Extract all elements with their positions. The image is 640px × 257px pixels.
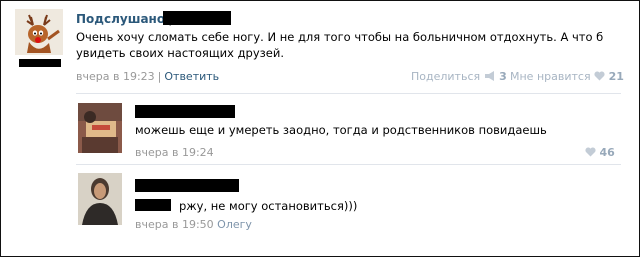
post-time[interactable]: вчера в 19:23 — [76, 70, 155, 83]
comment-text: можешь еще и умереть заодно, тогда и род… — [135, 123, 547, 137]
share-label: Поделиться — [411, 70, 481, 83]
reply-link[interactable]: Ответить — [164, 70, 219, 83]
like-button[interactable]: Мне нравится 21 — [510, 70, 624, 83]
post-author[interactable]: Подслушано| — [76, 12, 172, 26]
redacted-name — [163, 11, 231, 25]
like-count: 21 — [608, 70, 624, 83]
post-text: Очень хочу сломать себе ногу. И не для т… — [76, 30, 604, 60]
wall-post-frame: Подслушано| Очень хочу сломать себе ногу… — [0, 0, 640, 257]
comment-like-count: 46 — [599, 146, 615, 159]
photo-avatar-icon — [78, 103, 122, 153]
share-button[interactable]: Поделиться 3 — [411, 70, 507, 83]
commenter-avatar[interactable] — [78, 103, 122, 153]
wall-post: Подслушано| Очень хочу сломать себе ногу… — [1, 1, 639, 91]
commenter-avatar[interactable] — [78, 173, 122, 225]
meta-separator: | — [157, 70, 162, 83]
deer-avatar-icon — [15, 9, 63, 55]
community-avatar[interactable] — [15, 9, 63, 55]
redacted-commenter-name — [135, 105, 235, 118]
comment-time[interactable]: вчера в 19:50 — [135, 218, 214, 231]
like-label: Мне нравится — [510, 70, 591, 83]
redacted-mention — [135, 199, 171, 211]
megaphone-icon — [484, 71, 494, 81]
redacted-commenter-name — [135, 179, 239, 192]
share-count: 3 — [499, 70, 507, 83]
comment-divider — [76, 164, 621, 165]
redacted-avatar-caption — [19, 59, 61, 67]
comment-meta: вчера в 19:50 Олегу — [135, 218, 252, 231]
photo-avatar-icon — [78, 173, 122, 225]
heart-icon — [594, 71, 605, 81]
comment-time[interactable]: вчера в 19:24 — [135, 146, 214, 159]
comment-like-button[interactable]: 46 — [585, 146, 615, 159]
comment-divider — [76, 93, 621, 94]
heart-icon — [585, 147, 596, 157]
post-meta: вчера в 19:23 | Ответить — [76, 70, 219, 83]
comment-text: ржу, не могу остановиться))) — [179, 199, 358, 213]
reply-to-link[interactable]: Олегу — [217, 218, 252, 231]
author-name[interactable]: Подслушано — [76, 12, 165, 26]
